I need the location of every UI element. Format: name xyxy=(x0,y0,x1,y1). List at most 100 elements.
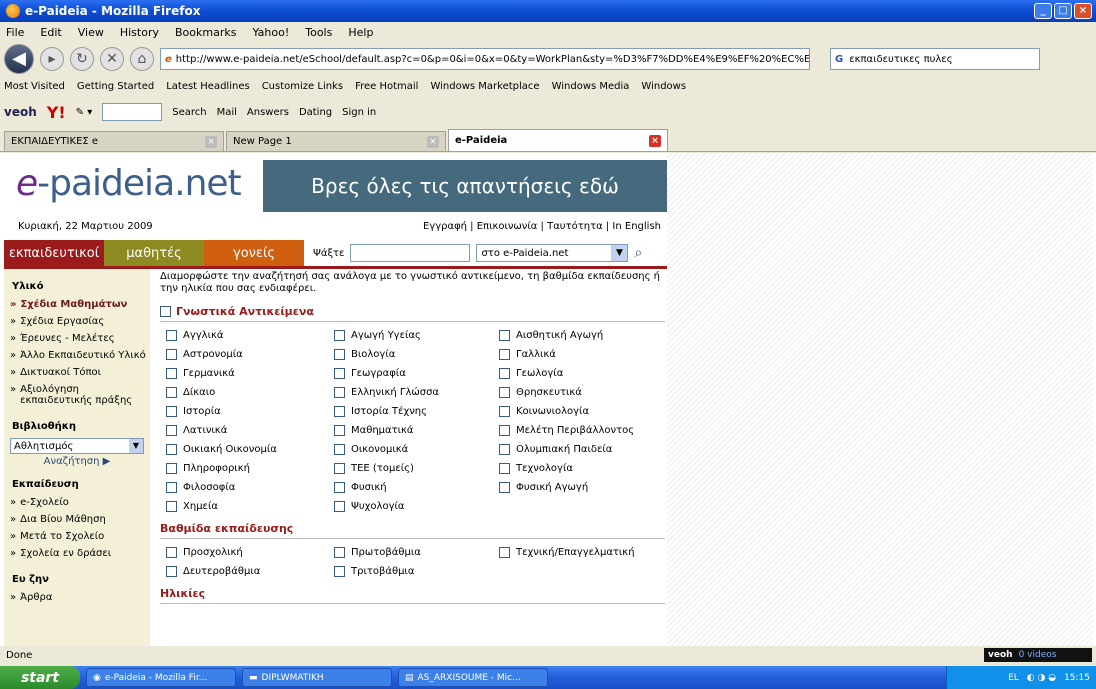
checkbox[interactable] xyxy=(334,566,345,577)
checkbox[interactable] xyxy=(166,387,177,398)
sidebar-item-research[interactable]: » Έρευνες - Μελέτες xyxy=(4,330,150,347)
checkbox[interactable] xyxy=(166,482,177,493)
checkbox-item[interactable]: Αστρονομία xyxy=(166,349,334,360)
tray-icons[interactable]: ◐ ◑ ◒ xyxy=(1027,673,1056,683)
menu-file[interactable]: File xyxy=(6,26,24,39)
checkbox[interactable] xyxy=(334,425,345,436)
bookmark-most-visited[interactable]: Most Visited xyxy=(4,81,65,92)
chevron-down-icon[interactable]: ▼ xyxy=(611,245,628,261)
checkbox-item[interactable]: Χημεία xyxy=(166,501,334,512)
checkbox[interactable] xyxy=(334,501,345,512)
checkbox-item[interactable]: Φυσική Αγωγή xyxy=(499,482,664,493)
checkbox[interactable] xyxy=(334,349,345,360)
checkbox-item[interactable]: Γεωγραφία xyxy=(334,368,499,379)
checkbox[interactable] xyxy=(499,330,510,341)
pencil-icon[interactable]: ✎ ▾ xyxy=(76,107,93,118)
checkbox-item[interactable]: Οικιακή Οικονομία xyxy=(166,444,334,455)
checkbox[interactable] xyxy=(166,566,177,577)
checkbox-item[interactable]: Ολυμπιακή Παιδεία xyxy=(499,444,664,455)
sidebar-item-after-school[interactable]: » Μετά το Σχολείο xyxy=(4,528,150,545)
banner[interactable]: Βρες όλες τις απαντήσεις εδώ xyxy=(263,160,667,212)
sidebar-item-other-material[interactable]: » Άλλο Εκπαιδευτικό Υλικό xyxy=(4,347,150,364)
checkbox-item[interactable]: Ελληνική Γλώσσα xyxy=(334,387,499,398)
veoh-status[interactable]: veoh 0 videos xyxy=(984,648,1092,662)
toolbar-dating[interactable]: Dating xyxy=(299,107,332,118)
sidebar-item-lifelong[interactable]: » Δια Βίου Μάθηση xyxy=(4,511,150,528)
stop-icon[interactable]: ✕ xyxy=(100,47,124,71)
checkbox-item[interactable]: Αγγλικά xyxy=(166,330,334,341)
checkbox[interactable] xyxy=(166,501,177,512)
toolbar-answers[interactable]: Answers xyxy=(247,107,289,118)
sidebar-item-project-plans[interactable]: » Σχέδια Εργασίας xyxy=(4,313,150,330)
checkbox[interactable] xyxy=(499,547,510,558)
checkbox[interactable] xyxy=(166,368,177,379)
web-search-box[interactable]: G εκπαιδευτικες πυλες xyxy=(830,48,1040,70)
checkbox[interactable] xyxy=(499,349,510,360)
checkbox[interactable] xyxy=(166,349,177,360)
checkbox[interactable] xyxy=(499,463,510,474)
sidebar-item-articles[interactable]: » Άρθρα xyxy=(4,589,150,606)
checkbox-item[interactable]: Προσχολική xyxy=(166,547,334,558)
library-search-link[interactable]: Αναζήτηση ▶ xyxy=(4,456,150,467)
checkbox-item[interactable]: Δευτεροβάθμια xyxy=(166,566,334,577)
checkbox[interactable] xyxy=(499,406,510,417)
site-search-input[interactable] xyxy=(350,244,471,262)
menu-edit[interactable]: Edit xyxy=(40,26,61,39)
checkbox[interactable] xyxy=(499,425,510,436)
checkbox[interactable] xyxy=(166,425,177,436)
checkbox-item[interactable]: Ιστορία Τέχνης xyxy=(334,406,499,417)
checkbox[interactable] xyxy=(334,444,345,455)
checkbox-item[interactable]: Θρησκευτικά xyxy=(499,387,664,398)
bookmark-free-hotmail[interactable]: Free Hotmail xyxy=(355,81,418,92)
checkbox-item[interactable]: Τεχνική/Επαγγελματική xyxy=(499,547,664,558)
checkbox-item[interactable]: Δίκαιο xyxy=(166,387,334,398)
checkbox-item[interactable]: Ιστορία xyxy=(166,406,334,417)
menu-tools[interactable]: Tools xyxy=(305,26,332,39)
checkbox-item[interactable]: Αγωγή Υγείας xyxy=(334,330,499,341)
checkbox-item[interactable]: Πρωτοβάθμια xyxy=(334,547,499,558)
google-icon[interactable]: G xyxy=(835,54,843,65)
checkbox-item[interactable]: Μελέτη Περιβάλλοντος xyxy=(499,425,664,436)
role-tab-parents[interactable]: γονείς xyxy=(204,240,304,266)
toolbar-signin[interactable]: Sign in xyxy=(342,107,376,118)
taskbar-item-firefox[interactable]: ◉ e-Paideia - Mozilla Fir... xyxy=(86,668,236,687)
tab-1[interactable]: ΕΚΠΑΙΔΕΥΤΙΚΕΣ e × xyxy=(4,131,224,151)
checkbox-item[interactable]: Πληροφορική xyxy=(166,463,334,474)
checkbox[interactable] xyxy=(499,387,510,398)
close-tab-icon[interactable]: × xyxy=(649,134,661,147)
bookmark-windows-marketplace[interactable]: Windows Marketplace xyxy=(430,81,539,92)
start-button[interactable]: start xyxy=(0,666,80,689)
veoh-logo[interactable]: veoh xyxy=(4,105,37,119)
url-bar[interactable]: e http://www.e-paideia.net/eSchool/defau… xyxy=(160,48,810,70)
sidebar-item-evaluation[interactable]: » Αξιολόγηση εκπαιδευτικής πράξης xyxy=(4,381,150,409)
checkbox[interactable] xyxy=(334,547,345,558)
sidebar-item-schools-action[interactable]: » Σχολεία εν δράσει xyxy=(4,545,150,562)
checkbox-item[interactable]: Γεωλογία xyxy=(499,368,664,379)
back-button[interactable]: ◀ xyxy=(4,44,34,74)
checkbox[interactable] xyxy=(334,330,345,341)
checkbox[interactable] xyxy=(499,444,510,455)
checkbox-item[interactable]: Τεχνολογία xyxy=(499,463,664,474)
close-window-button[interactable]: × xyxy=(1074,3,1092,19)
checkbox[interactable] xyxy=(499,482,510,493)
checkbox-item[interactable]: Οικονομικά xyxy=(334,444,499,455)
checkbox[interactable] xyxy=(334,482,345,493)
menu-bookmarks[interactable]: Bookmarks xyxy=(175,26,236,39)
checkbox[interactable] xyxy=(334,406,345,417)
checkbox-item[interactable]: Κοινωνιολογία xyxy=(499,406,664,417)
role-tab-teachers[interactable]: εκπαιδευτικοί xyxy=(4,240,104,266)
checkbox-item[interactable]: Ψυχολογία xyxy=(334,501,499,512)
menu-yahoo[interactable]: Yahoo! xyxy=(252,26,289,39)
site-logo[interactable]: e-paideia.net xyxy=(16,163,242,204)
bookmark-latest-headlines[interactable]: Latest Headlines xyxy=(166,81,250,92)
yahoo-logo[interactable]: Y! xyxy=(47,103,66,122)
bookmark-customize-links[interactable]: Customize Links xyxy=(262,81,343,92)
checkbox-item[interactable]: ΤΕΕ (τομείς) xyxy=(334,463,499,474)
sidebar-item-lesson-plans[interactable]: » Σχέδια Μαθημάτων xyxy=(4,296,150,313)
checkbox-item[interactable]: Μαθηματικά xyxy=(334,425,499,436)
menu-history[interactable]: History xyxy=(120,26,159,39)
menu-view[interactable]: View xyxy=(78,26,104,39)
top-links[interactable]: Εγγραφή | Επικοινωνία | Ταυτότητα | In E… xyxy=(423,221,661,232)
chevron-down-icon[interactable]: ▼ xyxy=(129,439,143,453)
taskbar-item-folder[interactable]: ▬ DIPLWMATIKH xyxy=(242,668,392,687)
